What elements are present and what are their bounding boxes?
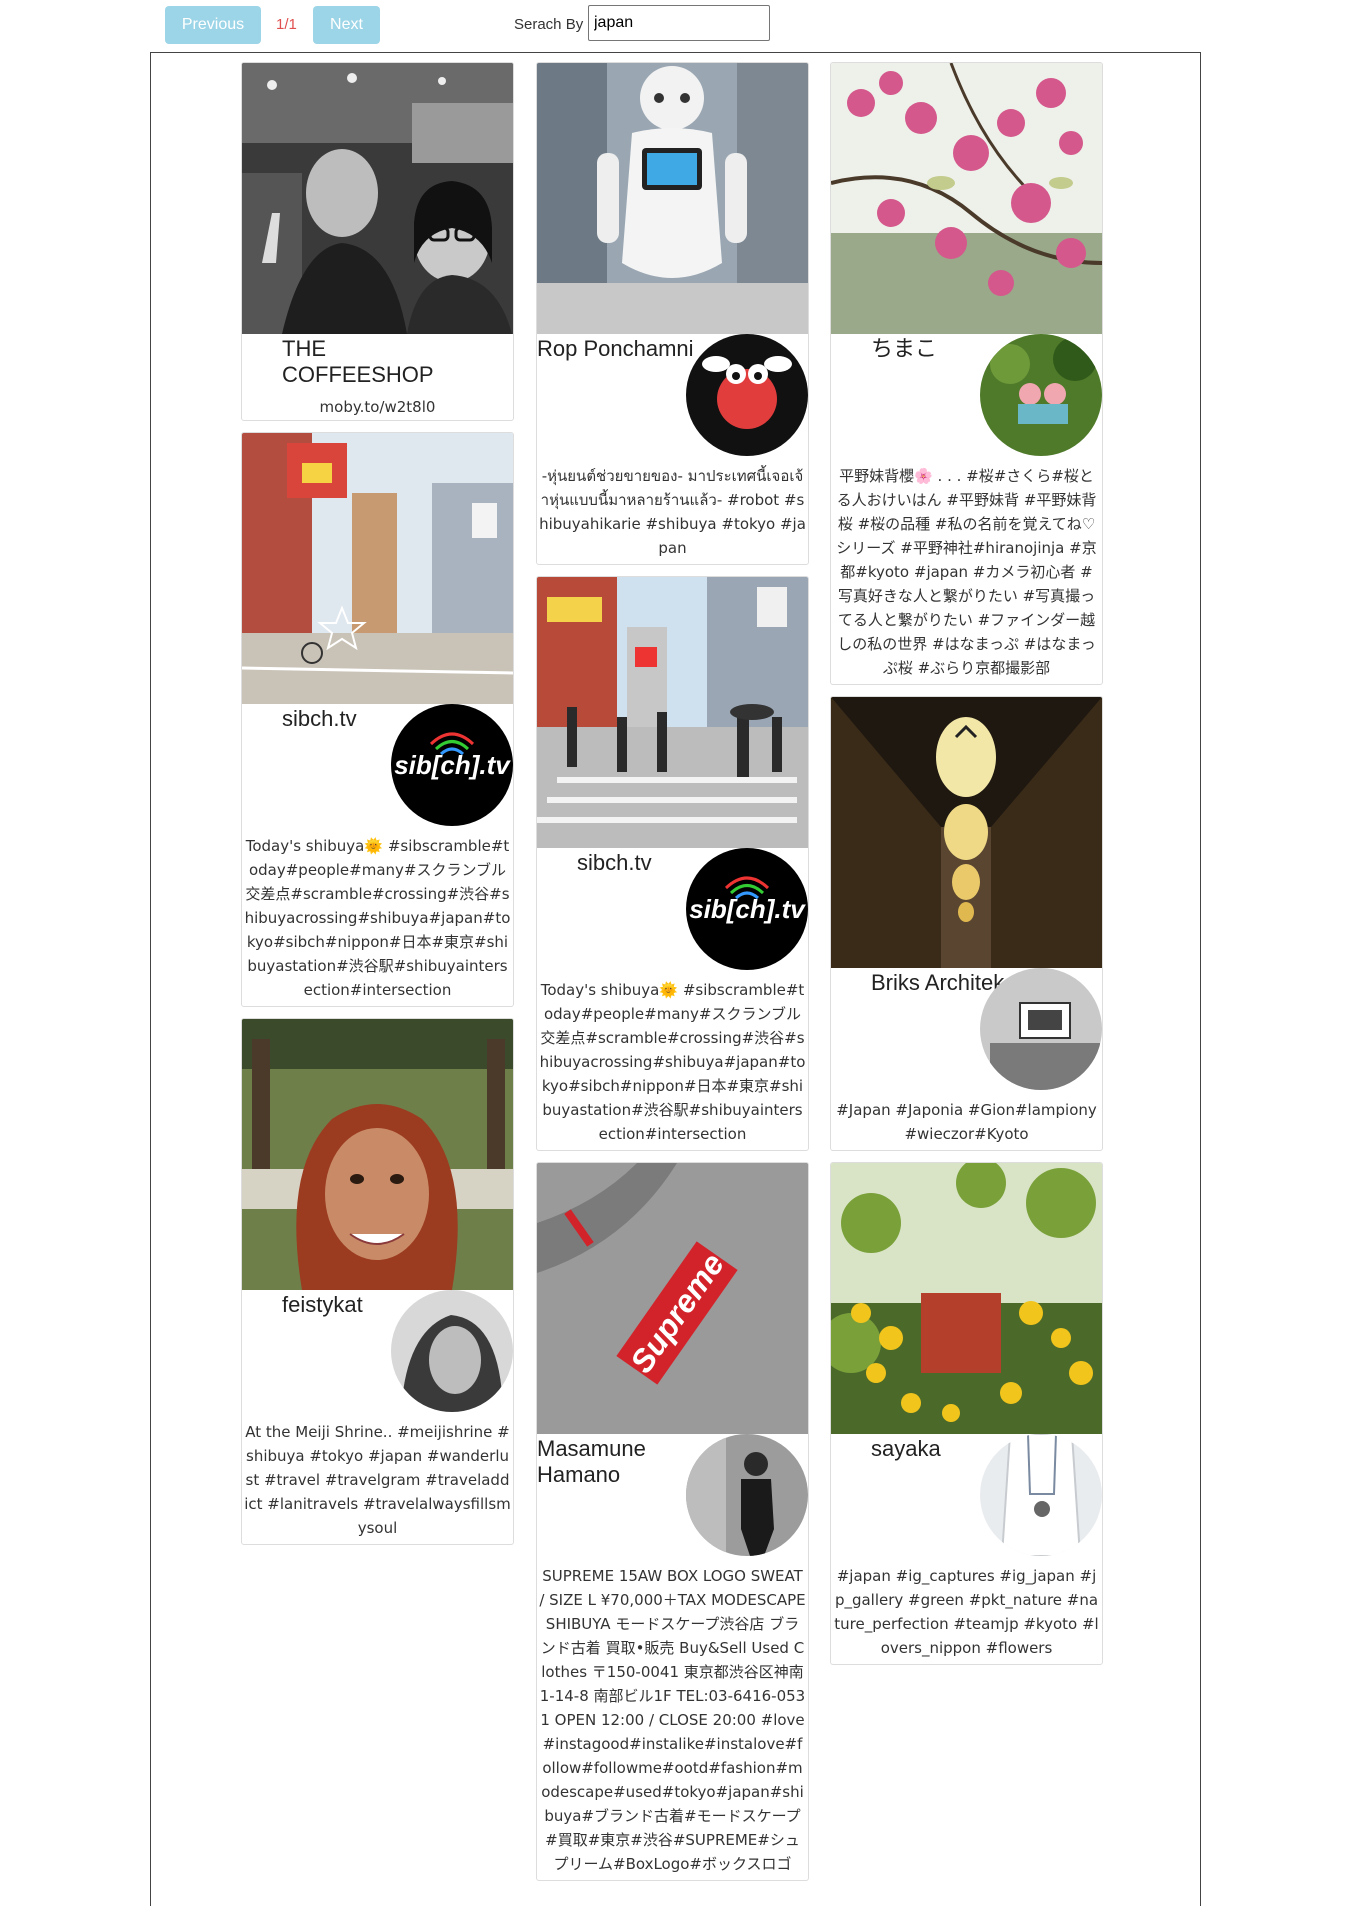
post-meta: feistykat [242, 1290, 513, 1412]
search-label: Serach By [514, 16, 584, 33]
results-column-1: THE COFFEESHOP moby.to/w2t8l0 sibch.tv s… [241, 62, 514, 1556]
next-button[interactable]: Next [313, 6, 380, 44]
robot-photo-icon [537, 63, 808, 334]
post-meta: sayaka [831, 1434, 1102, 1556]
red-mascot-avatar-icon[interactable] [686, 334, 808, 456]
page-indicator: 1/1 [276, 16, 297, 33]
white-shirt-avatar-icon[interactable] [980, 1434, 1102, 1556]
post-caption: Today's shibuya🌞 #sibscramble#today#peop… [539, 981, 806, 1143]
results-column-3: ちまこ 平野妹背櫻🌸 . . . #桜#さくら#桜とる人おけいはん #平野妹背 … [830, 62, 1103, 1676]
post-caption: 平野妹背櫻🌸 . . . #桜#さくら#桜とる人おけいはん #平野妹背 #平野妹… [836, 467, 1097, 677]
post-card[interactable]: Rop Ponchamni -หุ่นยนต์ช่วยขายของ- มาประ… [536, 62, 809, 565]
post-card[interactable]: Supreme Masamune Hamano SUPREME 15AW BOX… [536, 1162, 809, 1881]
selfie-shrine-photo-icon [242, 1019, 513, 1290]
post-card[interactable]: sibch.tv sib[ch].tv Today's shibuya🌞 #si… [241, 432, 514, 1007]
shibuya-street-photo-icon [242, 433, 513, 704]
post-caption: #Japan #Japonia #Gion#lampiony#wieczor#K… [836, 1101, 1097, 1143]
yellow-flowers-photo-icon [831, 1163, 1102, 1434]
post-meta: Masamune Hamano [537, 1434, 808, 1556]
post-caption: SUPREME 15AW BOX LOGO SWEAT / SIZE L ¥70… [539, 1567, 806, 1873]
gallery-wall-avatar-icon[interactable] [980, 968, 1102, 1090]
svg-text:sib[ch].tv: sib[ch].tv [689, 894, 806, 924]
sibch-logo-avatar-icon[interactable]: sib[ch].tv [686, 848, 808, 970]
post-meta: sibch.tv sib[ch].tv [242, 704, 513, 826]
post-meta: ちまこ [831, 334, 1102, 456]
post-link[interactable]: moby.to/w2t8l0 [242, 388, 513, 420]
post-meta: Rop Ponchamni [537, 334, 808, 456]
sibch-logo-avatar-icon[interactable]: sib[ch].tv [391, 704, 513, 826]
lantern-alley-photo-icon [831, 697, 1102, 968]
svg-text:sib[ch].tv: sib[ch].tv [394, 750, 511, 780]
post-caption: -หุ่นยนต์ช่วยขายของ- มาประเทศนี้เจอเจ้าห… [539, 467, 806, 557]
post-card[interactable]: Briks Architekci #Japan #Japonia #Gion#l… [830, 696, 1103, 1151]
post-caption: At the Meiji Shrine.. #meijishrine #shib… [244, 1423, 511, 1537]
author-name[interactable]: THE COFFEESHOP [242, 334, 513, 388]
toolbar: Previous 1/1 Next Serach By [0, 0, 1349, 52]
previous-button[interactable]: Previous [165, 6, 261, 44]
post-card[interactable]: THE COFFEESHOP moby.to/w2t8l0 [241, 62, 514, 421]
street-person-avatar-icon[interactable] [686, 1434, 808, 1556]
portrait-avatar-icon[interactable] [391, 1290, 513, 1412]
cherry-blossom-photo-icon [831, 63, 1102, 334]
post-card[interactable]: sayaka #japan #ig_captures #ig_japan #jp… [830, 1162, 1103, 1665]
post-caption: #japan #ig_captures #ig_japan #jp_galler… [834, 1567, 1099, 1657]
supreme-sweat-photo-icon: Supreme [537, 1163, 808, 1434]
post-card[interactable]: feistykat At the Meiji Shrine.. #meijish… [241, 1018, 514, 1545]
results-column-2: Rop Ponchamni -หุ่นยนต์ช่วยขายของ- มาประ… [536, 62, 809, 1892]
post-meta: Briks Architekci [831, 968, 1102, 1090]
post-meta: sibch.tv sib[ch].tv [537, 848, 808, 970]
shibuya-crossing-photo-icon [537, 577, 808, 848]
post-caption: Today's shibuya🌞 #sibscramble#today#peop… [244, 837, 511, 999]
figures-garden-avatar-icon[interactable] [980, 334, 1102, 456]
post-card[interactable]: ちまこ 平野妹背櫻🌸 . . . #桜#さくら#桜とる人おけいはん #平野妹背 … [830, 62, 1103, 685]
post-meta: THE COFFEESHOP [242, 334, 513, 388]
post-card[interactable]: sibch.tv sib[ch].tv Today's shibuya🌞 #si… [536, 576, 809, 1151]
search-input[interactable] [588, 5, 770, 41]
coffeeshop-photo-icon [242, 63, 513, 334]
